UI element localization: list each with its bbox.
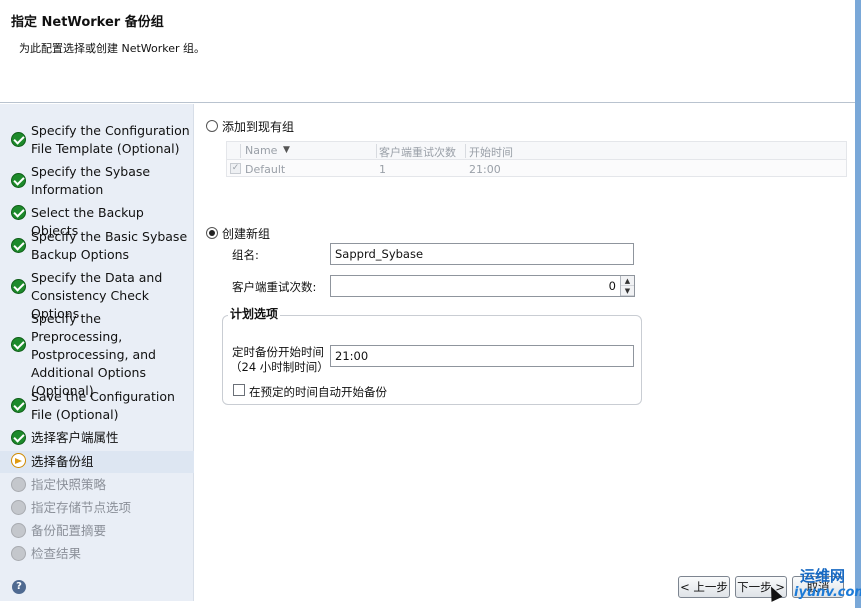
column-separator: [465, 144, 466, 158]
step-label: Specify the Sybase Information: [31, 164, 151, 197]
start-time-label: 定时备份开始时间: [232, 345, 324, 359]
step-label: 检查结果: [31, 546, 82, 561]
back-button[interactable]: < 上一步: [678, 576, 730, 598]
watermark-url: iyunv.com: [794, 585, 861, 600]
wizard-header: 指定 NetWorker 备份组 为此配置选择或创建 NetWorker 组。: [0, 0, 855, 103]
pending-icon: [11, 500, 26, 515]
page-title: 指定 NetWorker 备份组: [11, 15, 164, 30]
check-icon: [11, 238, 26, 253]
existing-groups-table: Name ▼ 客户端重试次数 开始时间 ✓ Default 1 21:00: [226, 141, 847, 177]
client-retries-label: 客户端重试次数:: [232, 280, 317, 294]
auto-start-checkbox[interactable]: [233, 384, 245, 396]
wizard-steps-sidebar: Specify the Configuration File Template …: [0, 104, 194, 601]
pending-icon: [11, 477, 26, 492]
step-label: Save the Configuration File (Optional): [31, 389, 175, 422]
group-name-label: 组名:: [232, 248, 259, 262]
create-new-group-label: 创建新组: [222, 227, 271, 241]
column-header-name[interactable]: Name: [245, 144, 277, 157]
check-icon: [11, 205, 26, 220]
step-label: 选择备份组: [31, 454, 94, 469]
column-header-start-time[interactable]: 开始时间: [469, 144, 513, 160]
column-separator: [240, 144, 241, 158]
step-label: Specify the Configuration File Template …: [31, 123, 190, 156]
step-label: 选择客户端属性: [31, 430, 119, 445]
row-name: Default: [245, 163, 286, 176]
start-time-format-label: （24 小时制时间）: [230, 360, 329, 374]
column-header-retries[interactable]: 客户端重试次数: [379, 144, 456, 160]
client-retries-stepper[interactable]: 0: [330, 275, 635, 297]
page-subtitle: 为此配置选择或创建 NetWorker 组。: [19, 42, 206, 55]
group-name-input[interactable]: Sapprd_Sybase: [330, 243, 634, 265]
step-label: Specify the Preprocessing, Postprocessin…: [31, 311, 156, 398]
watermark-text: 运维网: [800, 567, 846, 585]
check-icon: [11, 279, 26, 294]
step-label: 备份配置摘要: [31, 523, 107, 538]
row-start-time: 21:00: [469, 163, 501, 176]
check-icon: [11, 398, 26, 413]
row-retries: 1: [379, 163, 386, 176]
step-label: Specify the Basic Sybase Backup Options: [31, 229, 188, 262]
column-separator: [376, 144, 377, 158]
pending-icon: [11, 523, 26, 538]
table-header: Name ▼ 客户端重试次数 开始时间: [227, 142, 846, 160]
spin-down-icon[interactable]: ▼: [621, 286, 634, 296]
existing-group-radio[interactable]: [206, 120, 218, 132]
spin-up-icon[interactable]: ▲: [621, 276, 634, 286]
step-backup-group[interactable]: 选择备份组: [0, 451, 194, 473]
window-edge: [855, 0, 861, 608]
step-label: 指定存储节点选项: [31, 500, 132, 515]
pending-icon: [11, 546, 26, 561]
schedule-options-title: 计划选项: [228, 305, 281, 322]
check-icon: [11, 430, 26, 445]
existing-group-label: 添加到现有组: [222, 120, 295, 134]
step-label: 指定快照策略: [31, 477, 107, 492]
start-time-input[interactable]: 21:00: [330, 345, 634, 367]
retries-spin-buttons[interactable]: ▲ ▼: [620, 276, 634, 296]
check-icon: [11, 173, 26, 188]
create-new-group-radio[interactable]: [206, 227, 218, 239]
watermark-logo: 运维网 iyunv.com: [794, 565, 861, 603]
arrow-right-icon: [11, 453, 26, 468]
help-icon[interactable]: ?: [12, 580, 26, 594]
sort-down-icon: ▼: [283, 145, 290, 155]
check-icon: [11, 337, 26, 352]
row-checkbox: ✓: [230, 163, 241, 174]
auto-start-label: 在预定的时间自动开始备份: [249, 385, 387, 399]
check-icon: [11, 132, 26, 147]
